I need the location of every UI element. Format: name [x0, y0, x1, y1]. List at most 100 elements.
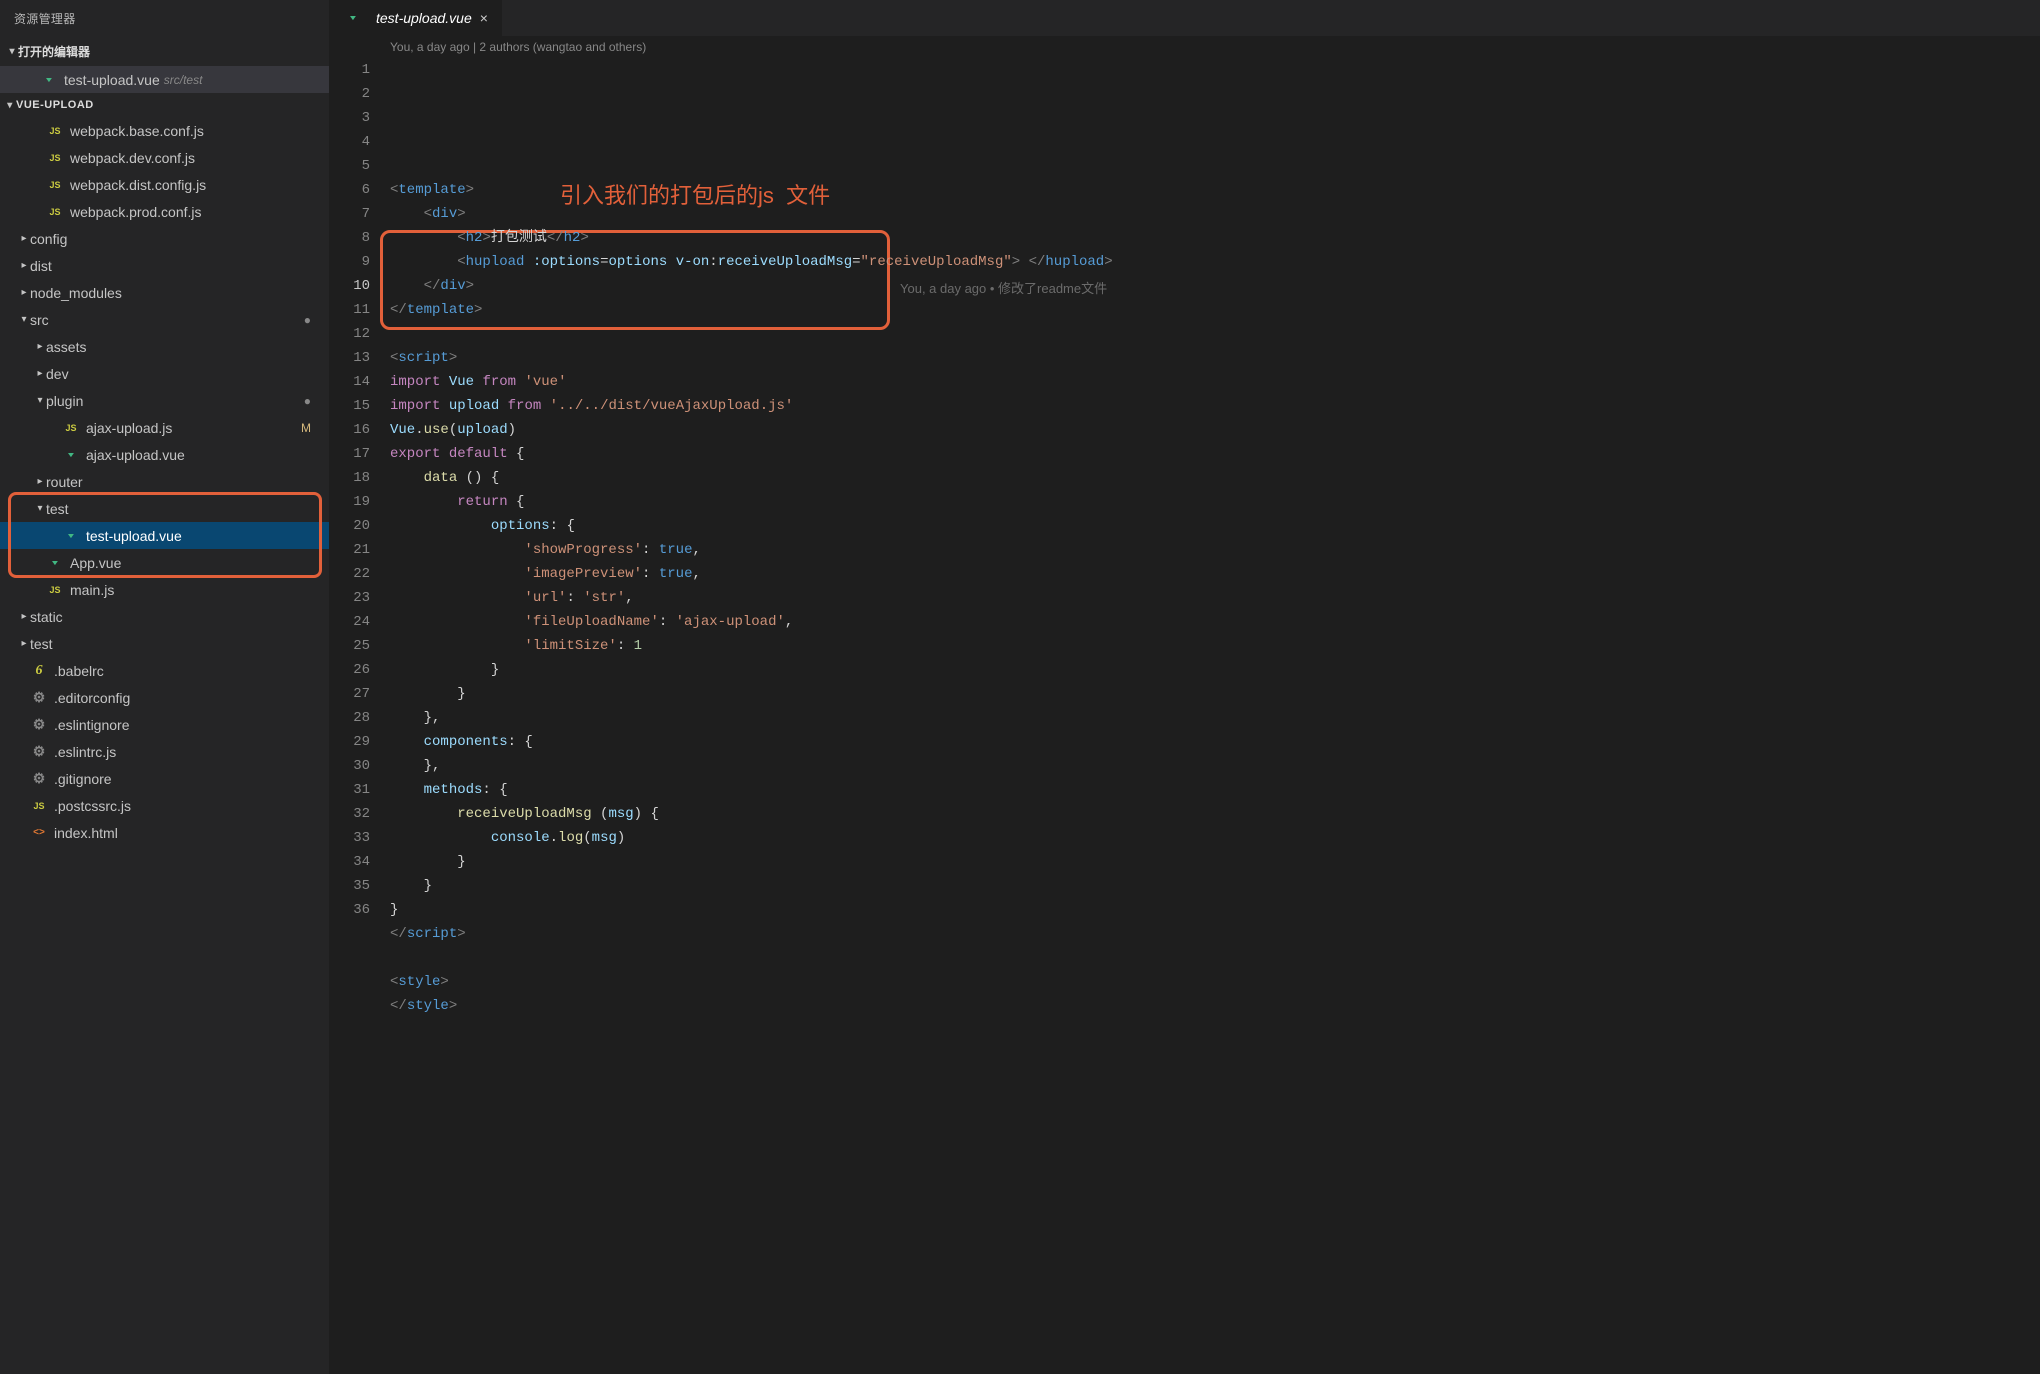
code-line[interactable]: <script> [390, 346, 2040, 370]
code-line[interactable]: 'showProgress': true, [390, 538, 2040, 562]
code-line[interactable]: receiveUploadMsg (msg) { [390, 802, 2040, 826]
js-icon: JS [46, 581, 64, 599]
status-badge: M [301, 421, 311, 435]
code-line[interactable]: } [390, 658, 2040, 682]
folder-item[interactable]: ▸assets [0, 333, 329, 360]
folder-item[interactable]: ▸dist [0, 252, 329, 279]
tree-label: test [46, 501, 321, 517]
tree-label: main.js [70, 582, 321, 598]
close-icon[interactable]: × [480, 10, 488, 26]
code-line[interactable]: import upload from '../../dist/vueAjaxUp… [390, 394, 2040, 418]
code-line[interactable]: 'fileUploadName': 'ajax-upload', [390, 610, 2040, 634]
gear-icon: ⚙ [30, 689, 48, 707]
code-line[interactable]: <h2>打包测试</h2> [390, 226, 2040, 250]
tree-label: App.vue [70, 555, 321, 571]
tree-label: test-upload.vue [86, 528, 321, 544]
tree-label: static [30, 609, 321, 625]
code-line[interactable] [390, 1018, 2040, 1042]
editor-tab[interactable]: ▼test-upload.vue× [330, 0, 502, 36]
code-line[interactable]: }, [390, 754, 2040, 778]
tree-label: webpack.dist.config.js [70, 177, 321, 193]
chevron-right-icon: ▸ [18, 233, 30, 244]
folder-item[interactable]: ▸config [0, 225, 329, 252]
code-line[interactable]: export default { [390, 442, 2040, 466]
vue-icon: ▼ [62, 448, 80, 461]
file-item[interactable]: JS main.js [0, 576, 329, 603]
file-item[interactable]: ⚙.editorconfig [0, 684, 329, 711]
code-line[interactable]: } [390, 682, 2040, 706]
code-line[interactable]: 'limitSize': 1 [390, 634, 2040, 658]
file-item[interactable]: JSwebpack.dev.conf.js [0, 144, 329, 171]
file-tree: JSwebpack.base.conf.jsJSwebpack.dev.conf… [0, 117, 329, 1374]
code-line[interactable]: <style> [390, 970, 2040, 994]
code-line[interactable]: </div> [390, 274, 2040, 298]
code-line[interactable]: <div> [390, 202, 2040, 226]
tree-label: .postcssrc.js [54, 798, 321, 814]
gear-icon: ⚙ [30, 743, 48, 761]
status-badge: ● [304, 313, 311, 327]
file-label: test-upload.vue [64, 72, 160, 88]
code-line[interactable]: components: { [390, 730, 2040, 754]
code-line[interactable]: } [390, 874, 2040, 898]
chevron-down-icon: ▾ [6, 46, 18, 57]
code-editor[interactable]: 1234567891011121314151617181920212223242… [330, 58, 2040, 1374]
file-item[interactable]: JSwebpack.dist.config.js [0, 171, 329, 198]
file-item[interactable]: JSwebpack.base.conf.js [0, 117, 329, 144]
folder-item[interactable]: ▸node_modules [0, 279, 329, 306]
folder-item[interactable]: ▾test [0, 495, 329, 522]
folder-item[interactable]: ▾plugin● [0, 387, 329, 414]
code-line[interactable]: console.log(msg) [390, 826, 2040, 850]
code-line[interactable]: <hupload :options=options v-on:receiveUp… [390, 250, 2040, 274]
code-line[interactable] [390, 946, 2040, 970]
code-line[interactable]: } [390, 850, 2040, 874]
line-gutter: 1234567891011121314151617181920212223242… [330, 58, 390, 1374]
folder-item[interactable]: ▸router [0, 468, 329, 495]
code-line[interactable]: </template> [390, 298, 2040, 322]
code-line[interactable]: methods: { [390, 778, 2040, 802]
code-line[interactable]: <template> [390, 178, 2040, 202]
code-content[interactable]: 引入我们的打包后的js 文件 You, a day ago • 修改了readm… [390, 58, 2040, 1374]
file-item[interactable]: ⚙.gitignore [0, 765, 329, 792]
file-item[interactable]: JSajax-upload.jsM [0, 414, 329, 441]
folder-item[interactable]: ▸test [0, 630, 329, 657]
code-line[interactable] [390, 322, 2040, 346]
tree-label: webpack.prod.conf.js [70, 204, 321, 220]
file-item[interactable]: ⚙.eslintignore [0, 711, 329, 738]
chevron-right-icon: ▸ [34, 476, 46, 487]
code-line[interactable]: Vue.use(upload) [390, 418, 2040, 442]
tree-label: assets [46, 339, 321, 355]
folder-item[interactable]: ▸dev [0, 360, 329, 387]
open-editors-header[interactable]: ▾ 打开的编辑器 [0, 37, 329, 66]
file-item[interactable]: JS.postcssrc.js [0, 792, 329, 819]
file-item[interactable]: 6.babelrc [0, 657, 329, 684]
file-item[interactable]: ▼App.vue [0, 549, 329, 576]
file-item[interactable]: ▼test-upload.vue [0, 522, 329, 549]
code-line[interactable]: </style> [390, 994, 2040, 1018]
file-item[interactable]: ▼ajax-upload.vue [0, 441, 329, 468]
file-item[interactable]: JSwebpack.prod.conf.js [0, 198, 329, 225]
project-header[interactable]: ▾ VUE-UPLOAD [0, 93, 329, 117]
tree-label: webpack.dev.conf.js [70, 150, 321, 166]
chevron-right-icon: ▸ [34, 368, 46, 379]
folder-item[interactable]: ▾src● [0, 306, 329, 333]
folder-item[interactable]: ▸static [0, 603, 329, 630]
code-line[interactable]: options: { [390, 514, 2040, 538]
html-icon: <> [30, 824, 48, 842]
code-line[interactable]: 'url': 'str', [390, 586, 2040, 610]
chevron-right-icon: ▸ [18, 638, 30, 649]
code-line[interactable]: </script> [390, 922, 2040, 946]
chevron-down-icon: ▾ [34, 395, 46, 406]
file-item[interactable]: <>index.html [0, 819, 329, 846]
code-line[interactable]: data () { [390, 466, 2040, 490]
chevron-right-icon: ▸ [34, 341, 46, 352]
vue-icon: ▼ [344, 12, 362, 25]
code-line[interactable]: 'imagePreview': true, [390, 562, 2040, 586]
code-line[interactable]: import Vue from 'vue' [390, 370, 2040, 394]
code-line[interactable]: return { [390, 490, 2040, 514]
git-code-lens[interactable]: You, a day ago | 2 authors (wangtao and … [330, 36, 2040, 58]
file-item[interactable]: ⚙.eslintrc.js [0, 738, 329, 765]
file-path: src/test [164, 73, 203, 87]
open-editor-item[interactable]: ▼test-upload.vuesrc/test [0, 66, 329, 93]
code-line[interactable]: } [390, 898, 2040, 922]
code-line[interactable]: }, [390, 706, 2040, 730]
